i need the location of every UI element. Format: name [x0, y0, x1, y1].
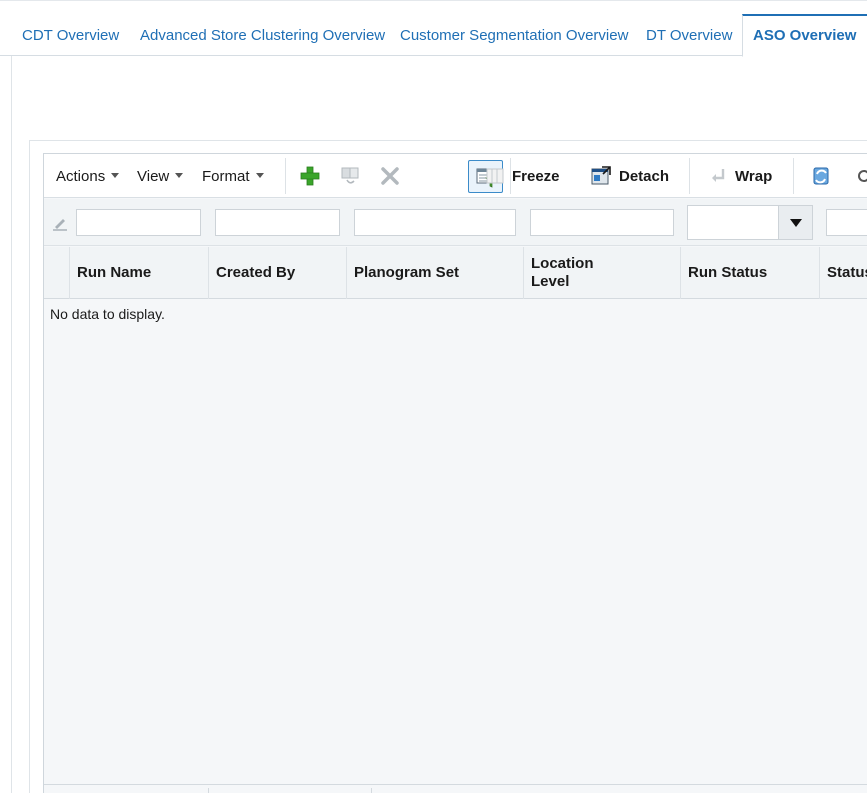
pencil-icon: [53, 219, 67, 231]
format-menu-label: Format: [202, 168, 250, 185]
empty-table-message: No data to display.: [50, 306, 165, 322]
filter-planogram-set-input[interactable]: [354, 209, 516, 236]
filter-row: [44, 199, 867, 246]
detach-button[interactable]: Detach: [591, 164, 669, 188]
column-header-row: Run Name Created By Planogram Set Locati…: [44, 247, 867, 299]
chevron-down-icon: [175, 173, 184, 178]
actions-menu-label: Actions: [56, 168, 106, 185]
refresh-button[interactable]: [810, 164, 832, 188]
actions-menu[interactable]: Actions: [56, 168, 120, 185]
wrap-label: Wrap: [735, 167, 773, 185]
freeze-button[interactable]: Freeze: [486, 164, 560, 188]
column-header-run-name[interactable]: Run Name: [69, 247, 208, 299]
column-header-planogram-set[interactable]: Planogram Set: [346, 247, 523, 299]
tab-aso-overview[interactable]: ASO Overview: [742, 14, 867, 57]
add-button[interactable]: [299, 164, 321, 188]
table-footer: [44, 784, 867, 793]
tab-bar: CDT Overview Advanced Store Clustering O…: [0, 0, 867, 57]
tab-cdt-overview[interactable]: CDT Overview: [12, 14, 129, 56]
view-menu-label: View: [137, 168, 170, 185]
filter-created-by-input[interactable]: [215, 209, 340, 236]
format-menu[interactable]: Format: [202, 168, 264, 185]
filter-location-level-input[interactable]: [530, 209, 674, 236]
add-icon: [300, 166, 320, 186]
toolbar-separator: [793, 158, 794, 194]
freeze-label: Freeze: [512, 167, 560, 185]
chevron-down-icon: [255, 173, 264, 178]
duplicate-icon: [341, 167, 359, 184]
column-header-run-status[interactable]: Run Status: [680, 247, 819, 299]
chevron-down-icon: [111, 173, 120, 178]
detach-label: Detach: [619, 167, 670, 185]
duplicate-button[interactable]: [339, 164, 361, 188]
freeze-icon: [486, 168, 504, 184]
column-header-created-by[interactable]: Created By: [208, 247, 346, 299]
filter-run-name-input[interactable]: [76, 209, 201, 236]
footer-separator: [208, 788, 209, 793]
column-header-status[interactable]: Status: [819, 247, 867, 299]
top-divider: [0, 0, 867, 1]
refresh-icon: [813, 167, 829, 185]
tab-advanced-store-clustering-overview[interactable]: Advanced Store Clustering Overview: [130, 14, 395, 56]
chevron-down-icon[interactable]: [778, 206, 812, 239]
detach-icon: [591, 166, 611, 185]
toolbar-separator: [285, 158, 286, 194]
tab-dt-overview[interactable]: DT Overview: [636, 14, 742, 56]
partial-icon: [858, 170, 867, 182]
tab-customer-segmentation-overview[interactable]: Customer Segmentation Overview: [390, 14, 638, 56]
filter-run-status-select[interactable]: [687, 205, 813, 240]
table-toolbar: Actions View Format Freeze Detach Wrap: [44, 154, 867, 198]
wrap-button[interactable]: Wrap: [709, 164, 772, 188]
filter-status-input[interactable]: [826, 209, 867, 236]
toolbar-separator: [689, 158, 690, 194]
delete-icon: [381, 167, 399, 185]
delete-button[interactable]: [379, 164, 401, 188]
column-header-location-level[interactable]: Location Level: [523, 247, 680, 299]
more-button[interactable]: [856, 164, 867, 188]
footer-separator: [371, 788, 372, 793]
view-menu[interactable]: View: [137, 168, 184, 185]
wrap-icon: [712, 169, 725, 182]
